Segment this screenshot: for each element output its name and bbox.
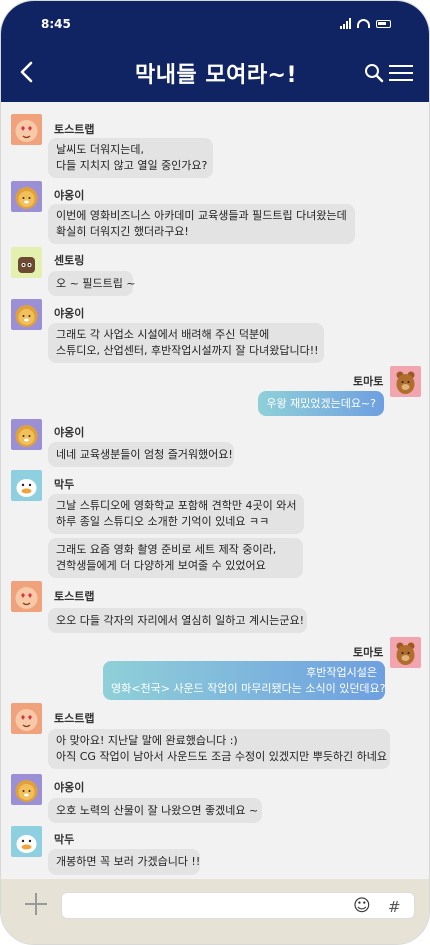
status-icons <box>340 18 391 29</box>
avatar-toast-lab[interactable] <box>11 114 42 145</box>
smiley-icon: ☺ <box>353 896 371 916</box>
sender-name: 토스트랩 <box>54 123 95 136</box>
sender-name: 토스트랩 <box>54 590 95 603</box>
sender-name: 야옹이 <box>54 781 85 794</box>
sender-name: 막두 <box>54 833 75 846</box>
bear-face-icon <box>396 371 415 394</box>
message-bubble[interactable]: 개봉하면 꼭 보러 가겠습니다 !! <box>48 849 200 875</box>
lion-face-icon <box>15 187 38 209</box>
lion-face-icon <box>15 780 38 802</box>
duck-face-icon <box>16 479 37 497</box>
message-text-line: 우왕 재밌었겠는데요~? <box>266 396 376 410</box>
duck-face-icon <box>16 835 37 853</box>
message-text-line: 아 맞아요! 지난달 말에 완료했습니다 :) <box>56 734 238 747</box>
wifi-icon <box>357 19 370 28</box>
message-text-line: 날씨도 더워지는데, <box>56 143 144 156</box>
sender-name: 막두 <box>54 478 75 491</box>
sender-name: 야옹이 <box>54 426 85 439</box>
avatar-sentoring[interactable] <box>11 247 42 278</box>
avatar-makdu[interactable] <box>11 470 42 501</box>
avatar-tomato[interactable] <box>390 637 421 668</box>
search-icon <box>365 64 384 83</box>
avatar-toast-lab[interactable] <box>11 581 42 612</box>
message-text-line: 개봉하면 꼭 보러 가겠습니다 !! <box>56 855 201 868</box>
hashtag-button[interactable]: # <box>388 898 401 916</box>
sender-name: 토마토 <box>353 646 384 659</box>
message-bubble[interactable]: 그래도 각 사업소 시설에서 배려해 주신 덕분에 스튜디오, 산업센터, 후반… <box>48 323 324 363</box>
message-bubble[interactable]: 날씨도 더워지는데, 다들 지치지 않고 열일 중인가요? <box>48 138 213 178</box>
message-bubble[interactable]: 아 맞아요! 지난달 말에 완료했습니다 :) 아직 CG 작업이 남아서 사운… <box>48 729 390 769</box>
message-text-line: 네네 교육생분들이 엄청 즐거워했어요! <box>56 447 233 461</box>
message-text-line: 오호 노력의 산물이 잘 나왔으면 좋겠네요 ~ <box>56 803 259 817</box>
message-text-line: 후반작업시설은 <box>306 665 377 679</box>
emoji-button[interactable]: ☺ <box>353 897 371 915</box>
avatar-yaongi[interactable] <box>11 299 42 330</box>
message-bubble[interactable]: 이번에 영화비즈니스 아카데미 교육생들과 필드트립 다녀왔는데 확실히 더워지… <box>48 204 355 244</box>
character-face-icon <box>18 257 35 273</box>
avatar-toast-lab[interactable] <box>11 703 42 734</box>
sender-name: 야옹이 <box>54 189 85 202</box>
bear-face-icon <box>396 642 415 665</box>
message-bubble[interactable]: 그래도 요즘 영화 촬영 준비로 세트 제작 중이라, 견학생들에게 더 다양하… <box>48 538 303 578</box>
status-time: 8:45 <box>41 17 71 31</box>
phone-frame: 8:45 막내들 모여라~! 토스트랩 날씨도 더워지는데, 다들 지치지 않고… <box>0 0 430 945</box>
message-bubble[interactable]: 그날 스튜디오에 영화학교 포함해 견학만 4곳이 와서 하루 종일 스튜디오 … <box>48 494 304 534</box>
message-bubble[interactable]: 오오 다들 각자의 자리에서 열심히 일하고 계시는군요! <box>48 608 307 633</box>
sender-name: 토스트랩 <box>54 712 95 725</box>
lion-face-icon <box>15 425 38 447</box>
message-text-line: 견학생들에게 더 다양하게 보여줄 수 있었어요 <box>56 559 266 572</box>
message-text-line: 확실히 더워지긴 했더라구요! <box>56 225 189 238</box>
menu-button[interactable] <box>389 65 413 83</box>
message-composer: ☺ # <box>1 879 429 944</box>
message-text-line: 다들 지치지 않고 열일 중인가요? <box>56 159 208 172</box>
sender-name: 토마토 <box>353 375 384 388</box>
avatar-yaongi[interactable] <box>11 181 42 212</box>
sender-name: 야옹이 <box>54 307 85 320</box>
message-text-line: 아직 CG 작업이 남아서 사운드도 조금 수정이 있겠지만 뿌듯하긴 하네요 <box>56 750 388 763</box>
sender-name: 센토링 <box>54 254 85 267</box>
avatar-makdu[interactable] <box>11 826 42 857</box>
avatar-yaongi[interactable] <box>11 419 42 450</box>
message-bubble[interactable]: 오호 노력의 산물이 잘 나왔으면 좋겠네요 ~ <box>48 798 262 823</box>
message-text-line: 스튜디오, 산업센터, 후반작업시설까지 잘 다녀왔답니다!! <box>56 344 319 357</box>
message-bubble[interactable]: 오 ~ 필드트립 ~ <box>48 271 136 296</box>
heart-eyes-face-icon <box>15 120 38 142</box>
avatar-yaongi[interactable] <box>11 774 42 805</box>
message-text-line: 오오 다들 각자의 자리에서 열심히 일하고 계시는군요! <box>56 613 305 627</box>
attach-button[interactable] <box>25 893 47 915</box>
my-message-bubble[interactable]: 우왕 재밌었겠는데요~? <box>258 391 384 416</box>
search-button[interactable] <box>363 62 385 84</box>
message-text-line: 하루 종일 스튜디오 소개한 기억이 있네요 ㅋㅋ <box>56 515 270 528</box>
message-list[interactable]: 토스트랩 날씨도 더워지는데, 다들 지치지 않고 열일 중인가요? 야옹이 이… <box>1 102 429 879</box>
message-text-line: 그래도 요즘 영화 촬영 준비로 세트 제작 중이라, <box>56 543 277 556</box>
my-message-bubble[interactable]: 후반작업시설은 영화<천국> 사운드 작업이 마무리됐다는 소식이 있던데요? <box>103 661 386 700</box>
battery-icon <box>376 19 391 28</box>
message-text-line: 이번에 영화비즈니스 아카데미 교육생들과 필드트립 다녀왔는데 <box>56 209 347 222</box>
lion-face-icon <box>15 305 38 327</box>
message-text-line: 오 ~ 필드트립 ~ <box>56 276 136 290</box>
chat-header: 8:45 막내들 모여라~! <box>1 1 429 102</box>
message-text-line: 영화<천국> 사운드 작업이 마무리됐다는 소식이 있던데요? <box>111 681 386 695</box>
heart-eyes-face-icon <box>15 709 38 731</box>
message-text-line: 그날 스튜디오에 영화학교 포함해 견학만 4곳이 와서 <box>56 499 297 512</box>
signal-icon <box>340 18 351 29</box>
heart-eyes-face-icon <box>15 587 38 609</box>
hamburger-menu-icon <box>389 65 413 67</box>
hash-icon: # <box>388 898 401 916</box>
message-bubble[interactable]: 네네 교육생분들이 엄청 즐거워했어요! <box>48 442 234 467</box>
avatar-tomato[interactable] <box>390 366 421 397</box>
message-text-line: 그래도 각 사업소 시설에서 배려해 주신 덕분에 <box>56 328 270 341</box>
